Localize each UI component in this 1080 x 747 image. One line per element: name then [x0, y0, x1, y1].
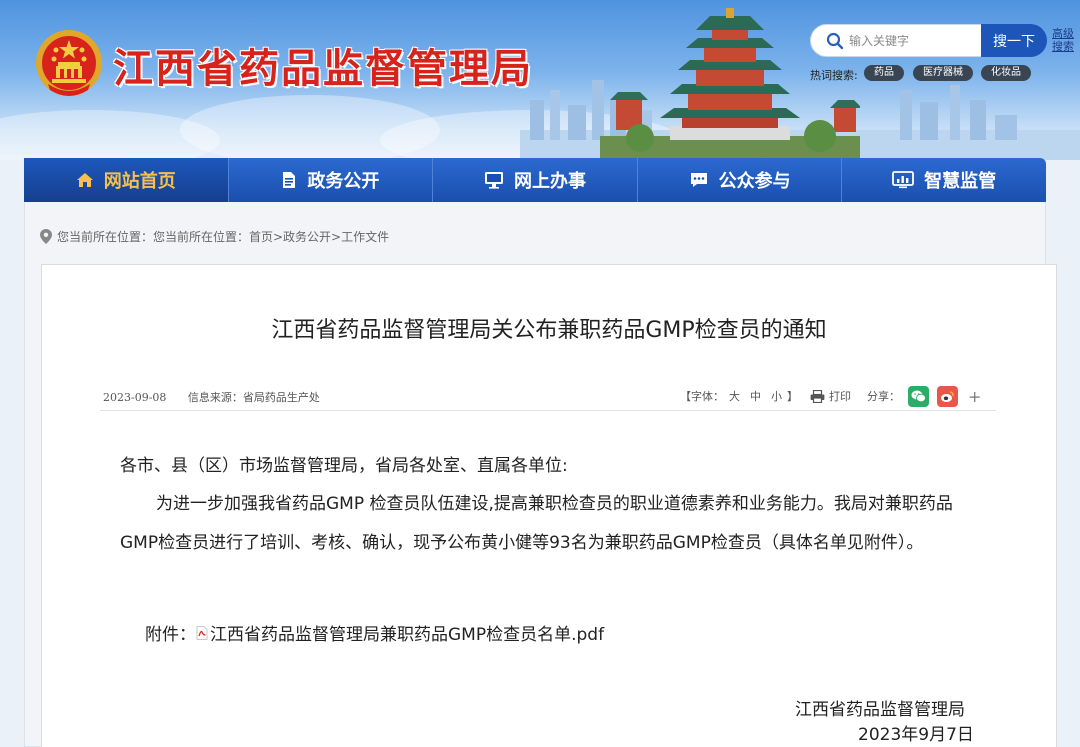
publish-date: 2023-09-08: [103, 391, 167, 404]
article-tools: 【字体： 大 中 小 】 打印 分享： +: [680, 385, 981, 407]
signature-date: 2023年9月7日: [858, 725, 974, 745]
font-size-small-button[interactable]: 小: [771, 388, 782, 404]
hot-tag-cosmetics[interactable]: 化妆品: [981, 65, 1031, 81]
site-title: 江西省药品监督管理局: [113, 46, 533, 92]
document-icon: [283, 172, 296, 188]
attachment-label: 附件：: [145, 625, 196, 645]
attachment-filename: 江西省药品监督管理局兼职药品GMP检查员名单.pdf: [210, 625, 605, 645]
article-salutation: 各市、县（区）市场监督管理局，省局各处室、直属各单位:: [120, 456, 568, 476]
breadcrumb-text[interactable]: 您当前所在位置：您当前所在位置：首页>政务公开>工作文件: [57, 228, 389, 245]
attachment-row: 附件： 江西省药品监督管理局兼职药品GMP检查员名单.pdf: [145, 620, 604, 645]
wechat-icon: [911, 390, 926, 402]
nav-item-government-affairs[interactable]: 政务公开: [229, 158, 434, 202]
print-button[interactable]: 打印: [829, 388, 851, 404]
article-title: 江西省药品监督管理局关公布兼职药品GMP检查员的通知: [271, 318, 827, 343]
article-paragraph: 为进一步加强我省药品GMP 检查员队伍建设,提高兼职检查员的职业道德素养和业务能…: [120, 494, 953, 553]
monitor-icon: [484, 172, 503, 189]
national-emblem-logo: [36, 30, 102, 96]
font-size-large-button[interactable]: 大: [729, 388, 740, 404]
main-nav: 网站首页 政务公开 网上办事 公众参与 智慧监管: [24, 158, 1046, 202]
hot-tag-drugs[interactable]: 药品: [864, 65, 904, 81]
nav-item-label: 公众参与: [718, 171, 791, 192]
font-size-label-open: 【字体：: [680, 390, 724, 403]
nav-item-public-participation[interactable]: 公众参与: [638, 158, 843, 202]
search-box: [810, 24, 982, 57]
article-meta: 2023-09-08 信息来源：省局药品生产处: [103, 389, 338, 405]
wechat-share-button[interactable]: [908, 385, 929, 407]
chat-icon: [690, 173, 707, 187]
info-source: 信息来源：省局药品生产处: [187, 391, 320, 404]
nav-item-online-services[interactable]: 网上办事: [433, 158, 638, 202]
printer-icon[interactable]: [810, 389, 825, 403]
nav-item-smart-supervision[interactable]: 智慧监管: [842, 158, 1046, 202]
nav-item-label: 网站首页: [103, 171, 176, 192]
share-more-button[interactable]: +: [968, 387, 981, 406]
pdf-file-icon: [196, 625, 208, 640]
hot-tag-medical-devices[interactable]: 医疗器械: [913, 65, 973, 81]
share-label: 分享：: [867, 390, 900, 403]
weibo-share-button[interactable]: [937, 385, 958, 407]
weibo-icon: [941, 390, 954, 402]
font-size-medium-button[interactable]: 中: [750, 388, 761, 404]
breadcrumb: 您当前所在位置：您当前所在位置：首页>政务公开>工作文件: [40, 228, 389, 245]
advanced-search-link[interactable]: 高级搜索: [1052, 27, 1078, 53]
meta-divider: [100, 410, 996, 411]
attachment-link[interactable]: 江西省药品监督管理局兼职药品GMP检查员名单.pdf: [196, 620, 604, 645]
hot-search-label: 热词搜索:: [810, 69, 858, 82]
nav-item-home[interactable]: 网站首页: [24, 158, 229, 202]
nav-item-label: 网上办事: [513, 171, 586, 192]
search-input[interactable]: [849, 30, 977, 52]
nav-item-label: 政务公开: [307, 171, 380, 192]
article-body: 各市、县（区）市场监督管理局，省局各处室、直属各单位: 为进一步加强我省药品GM…: [120, 447, 970, 563]
font-size-label-close: 】: [787, 390, 798, 403]
search-icon: [826, 32, 844, 50]
search-button[interactable]: 搜一下: [981, 24, 1047, 57]
location-pin-icon: [40, 229, 52, 244]
home-icon: [76, 173, 93, 187]
dashboard-icon: [892, 171, 915, 189]
nav-item-label: 智慧监管: [924, 171, 997, 192]
signature-organization: 江西省药品监督管理局: [795, 700, 965, 720]
